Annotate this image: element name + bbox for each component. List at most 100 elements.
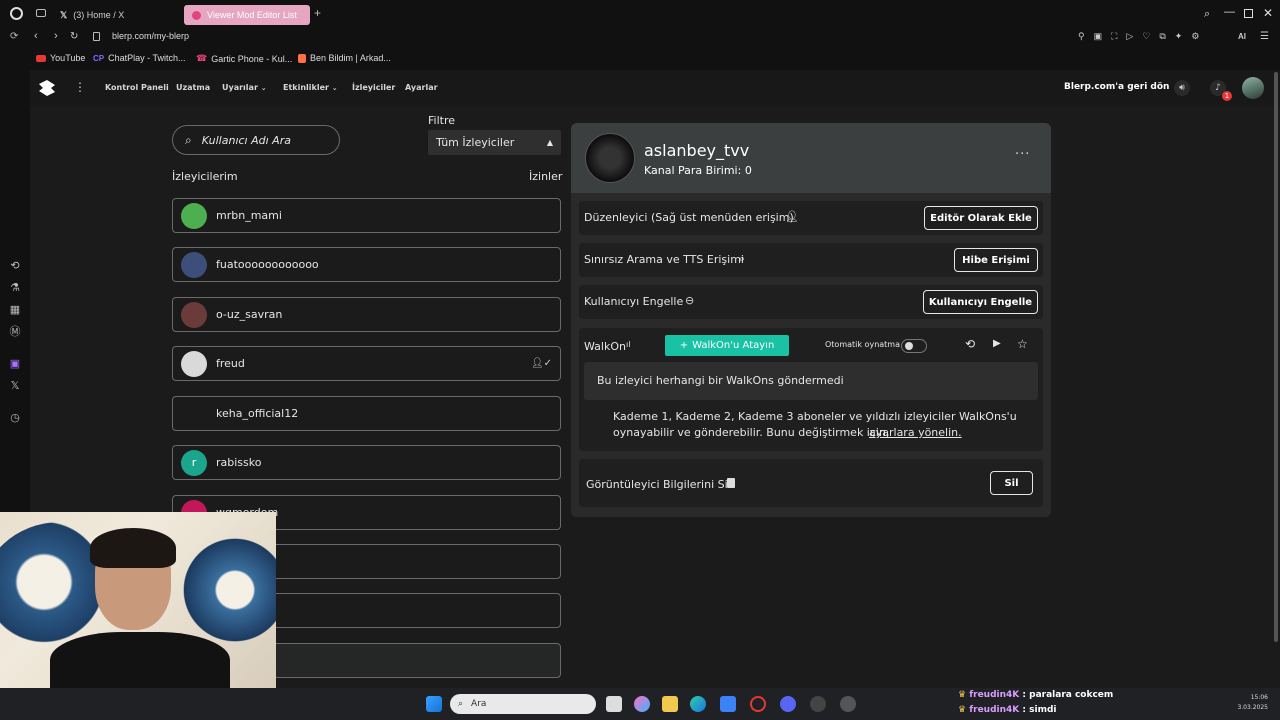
trash-icon	[727, 478, 735, 488]
pinboard-icon[interactable]: ▦	[9, 304, 21, 316]
site-header: ⋮ Kontrol Paneli Uzatma Uyarılar ⌄ Etkin…	[30, 70, 1280, 106]
taskbar-search[interactable]: ⌕ Ara	[450, 694, 596, 714]
flow-icon[interactable]: ⚗	[9, 282, 21, 294]
add-as-editor-button[interactable]: Editör Olarak Ekle	[924, 206, 1038, 230]
more-vertical-icon[interactable]: ⋮	[74, 80, 86, 94]
nav-uyarilar[interactable]: Uyarılar ⌄	[222, 83, 267, 92]
nav-izleyiciler[interactable]: İzleyiciler	[352, 83, 395, 92]
windows-start-icon[interactable]	[426, 696, 442, 712]
toggle-knob	[905, 342, 913, 350]
chat-line: ♛ freudin4K : paralara cokcem	[958, 690, 1114, 700]
reload-sidebar-icon[interactable]: ⟳	[10, 31, 18, 42]
back-icon[interactable]: ‹	[34, 30, 38, 42]
opera-icon[interactable]	[750, 696, 766, 712]
viewer-row[interactable]: fuatoooooooooooo	[172, 247, 561, 282]
settings-link[interactable]: ayarlara yönelin.	[869, 426, 962, 439]
copilot-icon[interactable]	[634, 696, 650, 712]
url-field[interactable]: blerp.com/my-blerp	[112, 31, 189, 41]
tab-home-x[interactable]: 𝕏 (3) Home / X	[52, 5, 182, 25]
viewer-detail-panel: aslanbey_tvv Kanal Para Birimi: 0 ··· Dü…	[571, 123, 1051, 517]
clock-date[interactable]: 3.03.2025	[1237, 704, 1268, 711]
bookmark-chatplay[interactable]: CP ChatPlay - Twitch...	[93, 53, 186, 63]
nav-etkinlikler[interactable]: Etkinlikler ⌄	[283, 83, 338, 92]
delete-button[interactable]: Sil	[990, 471, 1033, 495]
viewer-row[interactable]: keha_official12	[172, 396, 561, 431]
search-input[interactable]: ⌕ Kullanıcı Adı Ara	[172, 125, 340, 155]
ai-label[interactable]: AI	[1238, 32, 1246, 41]
windows-taskbar: ⌕ Ara ♛ freudin4K : paralara cokcem ♛ fr…	[0, 688, 1280, 720]
viewer-name: fuatoooooooooooo	[216, 258, 319, 271]
nav-label: Etkinlikler	[283, 83, 329, 92]
person-shirt	[50, 632, 230, 688]
clock-time[interactable]: 15:06	[1251, 694, 1268, 701]
viewer-row[interactable]: freud 👤︎✓	[172, 346, 561, 381]
file-explorer-icon[interactable]	[662, 696, 678, 712]
reload-icon[interactable]: ↻	[70, 31, 78, 42]
walkon-sound-icon: ıl	[626, 340, 631, 349]
viewer-username: aslanbey_tvv	[644, 141, 750, 160]
nav-ayarlar[interactable]: Ayarlar	[405, 83, 438, 92]
avatar	[181, 301, 207, 328]
page-scrollbar[interactable]	[1274, 72, 1278, 642]
avatar	[181, 350, 207, 377]
blerp-logo-icon[interactable]	[38, 79, 56, 97]
obs-icon[interactable]	[810, 696, 826, 712]
play-icon[interactable]: ▶	[993, 338, 1001, 349]
x-sidebar-icon[interactable]: 𝕏	[9, 380, 21, 392]
discord-icon[interactable]	[780, 696, 796, 712]
menu-icon[interactable]: ☰	[1260, 31, 1269, 42]
forward-icon[interactable]: ›	[54, 30, 58, 42]
bookmark-ben-bildim[interactable]: Ben Bildim | Arkad...	[298, 53, 391, 63]
filter-dropdown[interactable]: Tüm İzleyiciler ▲	[428, 130, 561, 155]
address-bar-row: ⟳ ‹ › ↻ blerp.com/my-blerp ⚲▣⛶▷♡⧉✦⚙ AI ☰	[0, 28, 1280, 48]
youtube-icon	[36, 54, 46, 62]
block-user-label: Kullanıcıyı Engelle	[584, 295, 684, 308]
store-icon[interactable]	[720, 696, 736, 712]
chat-user: freudin4K	[969, 705, 1020, 715]
viewer-row[interactable]: mrbn_mami	[172, 198, 561, 233]
clock-icon[interactable]: ◷	[9, 412, 21, 424]
opera-logo-icon[interactable]	[10, 7, 23, 20]
close-icon[interactable]: ✕	[1263, 6, 1273, 20]
task-view-icon[interactable]	[606, 696, 622, 712]
search-icon: ⌕	[185, 132, 192, 147]
minimize-icon[interactable]: —	[1224, 6, 1235, 18]
chat-user: freudin4K	[969, 690, 1020, 700]
viewer-row[interactable]: o-uz_savran	[172, 297, 561, 332]
nav-uzatma[interactable]: Uzatma	[176, 83, 210, 92]
browser-tab-bar: 𝕏 (3) Home / X Viewer Mod Editor List + …	[0, 0, 1280, 28]
viewer-name: freud	[216, 357, 245, 370]
history-icon[interactable]: ⟲	[965, 337, 975, 351]
unlimited-search-label: Sınırsız Arama ve TTS Erişimi	[584, 253, 744, 266]
crown-icon: ♛	[958, 705, 967, 715]
restore-icon[interactable]	[1244, 9, 1253, 18]
tab-workspace-icon[interactable]	[36, 9, 46, 17]
avatar[interactable]	[1242, 77, 1264, 99]
messenger-icon[interactable]: Ⓜ	[9, 326, 21, 338]
assign-walkon-button[interactable]: + WalkOn'u Atayın	[665, 335, 789, 356]
bookmark-label: Gartic Phone - Kul...	[211, 53, 293, 64]
search-tabs-icon[interactable]: ⌕	[1204, 8, 1210, 21]
star-icon[interactable]: ☆	[1017, 337, 1028, 351]
person-hair	[90, 528, 176, 568]
nav-kontrol-paneli[interactable]: Kontrol Paneli	[105, 83, 169, 92]
viewer-row[interactable]: r rabissko	[172, 445, 561, 480]
tab-viewer-mod-editor-list[interactable]: Viewer Mod Editor List	[184, 5, 310, 25]
bookmark-gartic-phone[interactable]: ☎ Gartic Phone - Kul...	[196, 53, 292, 64]
app-icon[interactable]	[840, 696, 856, 712]
grant-access-button[interactable]: Hibe Erişimi	[954, 248, 1038, 272]
history-sidebar-icon[interactable]: ⟲	[9, 260, 21, 272]
twitch-icon[interactable]: ▣	[9, 358, 21, 370]
back-to-blerp-link[interactable]: Blerp.com'a geri dön	[1064, 82, 1169, 92]
block-user-button[interactable]: Kullanıcıyı Engelle	[923, 290, 1038, 314]
more-options-icon[interactable]: ···	[1015, 147, 1030, 162]
viewer-name: keha_official12	[216, 407, 299, 420]
bookmark-youtube[interactable]: YouTube	[36, 53, 85, 63]
bookmark-label: ChatPlay - Twitch...	[108, 53, 186, 63]
edge-icon[interactable]	[690, 696, 706, 712]
search-icon: ⌕	[458, 699, 464, 709]
autoplay-toggle[interactable]	[901, 339, 927, 353]
new-tab-button[interactable]: +	[314, 7, 321, 19]
volume-icon[interactable]: 🔊︎	[1174, 80, 1190, 96]
chevron-down-icon: ⌄	[331, 84, 338, 92]
